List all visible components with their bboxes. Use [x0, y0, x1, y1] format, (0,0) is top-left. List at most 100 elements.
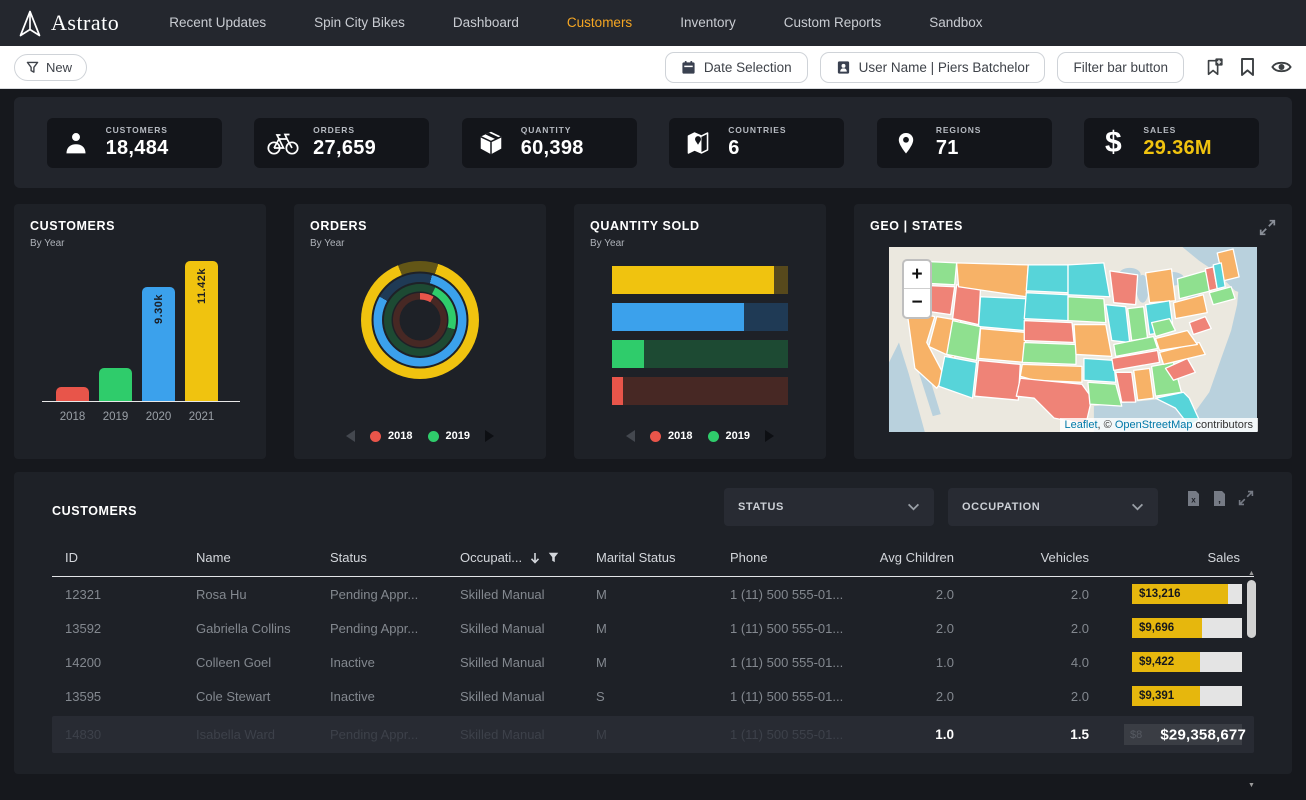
table-row[interactable]: 13595 Cole Stewart Inactive Skilled Manu… — [52, 679, 1254, 713]
hbar-2018[interactable] — [612, 377, 788, 405]
export-excel-icon[interactable]: x — [1186, 490, 1201, 507]
nav-item-customers[interactable]: Customers — [543, 0, 656, 46]
bar-2021[interactable]: 11.42k — [185, 261, 218, 401]
eye-icon[interactable] — [1271, 59, 1292, 75]
kpi-label: COUNTRIES — [728, 125, 786, 135]
status-filter-dropdown[interactable]: STATUS — [724, 488, 934, 526]
brand[interactable]: Astrato — [18, 10, 119, 37]
table-row[interactable]: 14200 Colleen Goel Inactive Skilled Manu… — [52, 645, 1254, 679]
table-row[interactable]: 12321 Rosa Hu Pending Appr... Skilled Ma… — [52, 577, 1254, 611]
expand-icon[interactable] — [1238, 490, 1254, 506]
package-icon — [474, 129, 508, 157]
nav-item-sandbox[interactable]: Sandbox — [905, 0, 1006, 46]
legend-next-arrow[interactable] — [485, 430, 494, 442]
cell-vehicles: 2.0 — [962, 621, 1097, 636]
cell-children: 1.0 — [857, 655, 962, 670]
brand-name: Astrato — [51, 10, 119, 36]
col-header-phone[interactable]: Phone — [717, 540, 857, 576]
scrollbar-thumb[interactable] — [1247, 580, 1256, 638]
bar-2018[interactable] — [56, 387, 89, 401]
donut-hole — [400, 300, 441, 341]
table-scrollbar[interactable]: ▲ ▼ — [1245, 570, 1258, 790]
table-title: CUSTOMERS — [52, 504, 137, 518]
bar-2019[interactable] — [99, 368, 132, 401]
sales-value: $13,216 — [1139, 588, 1181, 600]
svg-text:,: , — [1218, 495, 1221, 506]
kpi-strip: CUSTOMERS 18,484 ORDERS 27,659 — [14, 97, 1292, 188]
legend-prev-arrow[interactable] — [346, 430, 355, 442]
legend-label: 2019 — [726, 430, 750, 442]
zoom-out-button[interactable]: − — [904, 289, 930, 317]
cell-phone: 1 (11) 500 555-01... — [717, 689, 857, 704]
hbar-2019[interactable] — [612, 340, 788, 368]
col-header-id[interactable]: ID — [52, 540, 183, 576]
leaflet-link[interactable]: Leaflet — [1065, 419, 1098, 431]
column-filter-icon[interactable] — [548, 552, 559, 563]
bar-2020[interactable]: 9.30k — [142, 287, 175, 401]
cell-id: 13592 — [52, 621, 183, 636]
nav-item-dashboard[interactable]: Dashboard — [429, 0, 543, 46]
osm-link[interactable]: OpenStreetMap — [1115, 419, 1193, 431]
leaflet-map[interactable]: + − Leaflet, © OpenStreetMap contributor… — [888, 247, 1258, 432]
col-header-vehicles[interactable]: Vehicles — [962, 540, 1097, 576]
chart-subtitle: By Year — [590, 238, 810, 249]
expand-icon[interactable] — [1259, 219, 1276, 236]
legend-item-2019[interactable]: 2019 — [428, 430, 470, 442]
donut-chart[interactable] — [361, 261, 479, 379]
kpi-label: ORDERS — [313, 125, 376, 135]
bar-value-label: 11.42k — [196, 268, 208, 304]
hbar-fill — [612, 266, 774, 294]
sales-bar: $13,216 — [1132, 584, 1242, 604]
cell-name: Rosa Hu — [183, 587, 317, 602]
cell-children: 2.0 — [857, 689, 962, 704]
bookmark-add-icon[interactable] — [1204, 57, 1224, 77]
cell-status: Pending Appr... — [317, 621, 447, 636]
nav-item-inventory[interactable]: Inventory — [656, 0, 760, 46]
user-name-button[interactable]: User Name | Piers Batchelor — [820, 52, 1046, 83]
filter-bar-button[interactable]: Filter bar button — [1057, 52, 1184, 83]
new-filter-chip[interactable]: New — [14, 54, 87, 81]
cell-occupation: Skilled Manual — [447, 621, 583, 636]
sales-bar: $9,696 — [1132, 618, 1242, 638]
zoom-in-button[interactable]: + — [904, 261, 930, 289]
legend-next-arrow[interactable] — [765, 430, 774, 442]
col-header-marital-status[interactable]: Marital Status — [583, 540, 717, 576]
hbar-2020[interactable] — [612, 303, 788, 331]
attribution-sep: , © — [1098, 419, 1115, 431]
total-vehicles: 1.5 — [962, 727, 1097, 742]
hbar-2021[interactable] — [612, 266, 788, 294]
nav-item-custom-reports[interactable]: Custom Reports — [760, 0, 906, 46]
bookmark-icon[interactable] — [1239, 57, 1256, 77]
cell-vehicles: 2.0 — [962, 587, 1097, 602]
legend-prev-arrow[interactable] — [626, 430, 635, 442]
nav-item-spin-city-bikes[interactable]: Spin City Bikes — [290, 0, 429, 46]
cell-sales: $9,696 — [1097, 618, 1254, 638]
nav-item-recent-updates[interactable]: Recent Updates — [145, 0, 290, 46]
cell-phone: 1 (11) 500 555-01... — [717, 655, 857, 670]
col-header-label: Occupati... — [460, 550, 522, 565]
table-row[interactable]: 13592 Gabriella Collins Pending Appr... … — [52, 611, 1254, 645]
col-header-status[interactable]: Status — [317, 540, 447, 576]
sort-desc-icon[interactable] — [530, 552, 540, 564]
kpi-label: SALES — [1143, 125, 1212, 135]
table-top-bar: CUSTOMERS STATUS OCCUPATION x — [52, 488, 1254, 526]
legend-item-2019[interactable]: 2019 — [708, 430, 750, 442]
col-header-occupation[interactable]: Occupati... — [447, 540, 583, 576]
legend-item-2018[interactable]: 2018 — [370, 430, 412, 442]
cell-vehicles: 4.0 — [962, 655, 1097, 670]
col-header-name[interactable]: Name — [183, 540, 317, 576]
legend-item-2018[interactable]: 2018 — [650, 430, 692, 442]
date-selection-button[interactable]: Date Selection — [665, 52, 808, 83]
occupation-filter-dropdown[interactable]: OCCUPATION — [948, 488, 1158, 526]
col-header-sales[interactable]: Sales — [1097, 540, 1254, 576]
col-header-avg-children[interactable]: Avg Children — [857, 540, 962, 576]
scroll-down-arrow[interactable]: ▼ — [1248, 782, 1255, 790]
map-icon — [681, 129, 715, 157]
hbar-fill — [612, 303, 744, 331]
cell-id: 12321 — [52, 587, 183, 602]
cell-id: 13595 — [52, 689, 183, 704]
scroll-up-arrow[interactable]: ▲ — [1248, 570, 1255, 578]
export-csv-icon[interactable]: , — [1212, 490, 1227, 507]
chevron-down-icon — [907, 503, 920, 511]
cell-name: Gabriella Collins — [183, 621, 317, 636]
